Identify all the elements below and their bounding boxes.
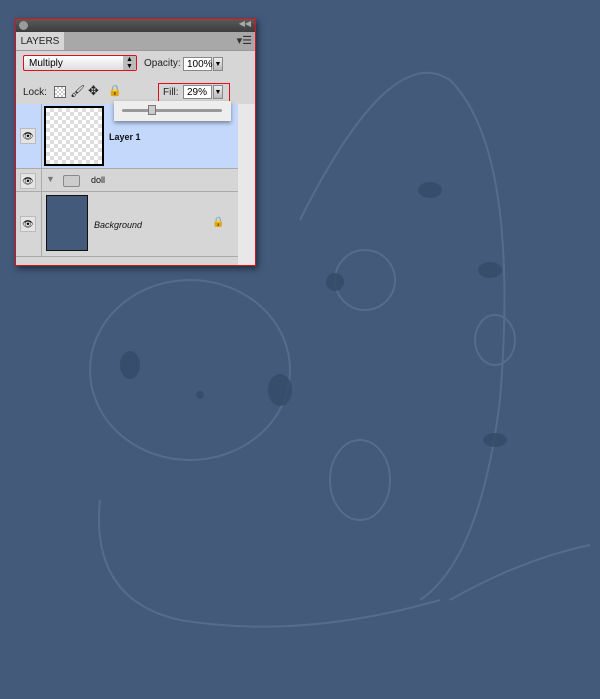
opacity-label: Opacity: <box>144 58 181 69</box>
layers-panel: ◀◀ LAYERS ▾☰ Multiply ▲ ▼ Opacity: 100% ▼ … <box>15 18 256 266</box>
lock-label: Lock: <box>23 87 47 98</box>
layers-list: 👁 Layer 1 👁 ▼ doll 👁 Background 🔒 <box>16 104 238 257</box>
opacity-dropdown[interactable]: ▼ <box>213 57 223 71</box>
updown-arrows-icon: ▲ ▼ <box>123 56 136 70</box>
tab-layers[interactable]: LAYERS <box>16 32 64 50</box>
collapse-icon[interactable]: ◀◀ <box>239 19 251 28</box>
lock-icon: 🔒 <box>212 217 225 228</box>
layer-name[interactable]: Background <box>94 220 142 230</box>
lock-brush-icon[interactable]: 🖌 <box>70 84 85 98</box>
expand-triangle-icon[interactable]: ▼ <box>46 174 55 184</box>
layer-row-doll[interactable]: 👁 ▼ doll <box>16 169 238 192</box>
close-icon[interactable] <box>19 21 28 30</box>
folder-icon <box>63 175 80 187</box>
lock-move-icon[interactable]: ✥ <box>88 83 99 99</box>
lock-all-icon[interactable]: 🔒 <box>108 84 122 97</box>
layer-thumbnail <box>44 106 104 166</box>
fill-label: Fill: <box>163 87 179 98</box>
eye-icon[interactable]: 👁 <box>20 128 36 144</box>
eye-icon[interactable]: 👁 <box>20 216 36 232</box>
layer-thumbnail <box>46 195 88 251</box>
fill-dropdown[interactable]: ▼ <box>213 85 223 99</box>
fill-slider-popup <box>114 101 231 121</box>
panel-menu-icon[interactable]: ▾☰ <box>237 34 252 47</box>
fill-input[interactable]: 29% <box>183 85 212 99</box>
panel-titlebar[interactable]: ◀◀ <box>16 19 255 32</box>
lock-transparency-icon[interactable] <box>54 86 66 98</box>
layer-name[interactable]: doll <box>91 175 105 185</box>
opacity-input[interactable]: 100% <box>183 57 213 71</box>
layer-row-background[interactable]: 👁 Background 🔒 <box>16 192 238 257</box>
eye-icon[interactable]: 👁 <box>20 173 36 189</box>
layer-name[interactable]: Layer 1 <box>109 132 141 142</box>
blend-mode-value: Multiply <box>29 58 63 69</box>
scrollbar[interactable] <box>238 104 255 265</box>
fill-slider-track[interactable] <box>122 109 222 112</box>
blend-mode-select[interactable]: Multiply ▲ ▼ <box>23 55 137 71</box>
fill-slider-thumb[interactable] <box>148 105 156 115</box>
